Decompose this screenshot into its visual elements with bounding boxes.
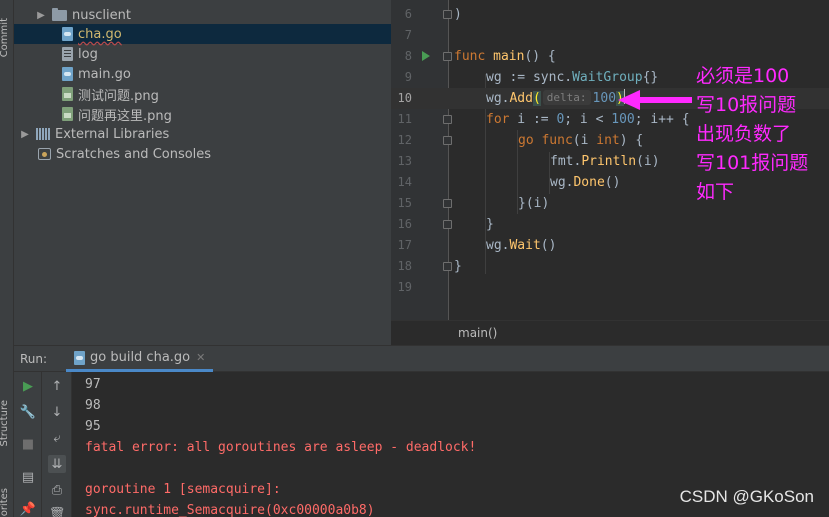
annotation-line: 必须是100 [696, 65, 790, 87]
run-tab[interactable]: go build cha.go ✕ [66, 346, 214, 372]
libraries-icon [36, 128, 50, 140]
run-panel-title: Run: [20, 352, 48, 366]
tree-item-label: External Libraries [55, 126, 170, 142]
tree-item-label: Scratches and Consoles [56, 146, 212, 162]
code-line: 16 } [397, 217, 494, 232]
console-error-line: goroutine 1 [semacquire]: [85, 482, 281, 497]
trash-icon[interactable]: 🗑 [48, 505, 66, 517]
code-line: 17 wg.Wait() [397, 238, 557, 253]
structure-tool-tab[interactable]: Structure [0, 400, 10, 447]
annotation-line: 写101报问题 [696, 152, 809, 174]
left-tool-strip: Commit Structure orites [0, 0, 14, 517]
tree-item-nusclient[interactable]: ▶ nusclient [14, 5, 391, 25]
pin-icon[interactable]: 📌 [19, 500, 37, 517]
text-file-icon [62, 47, 73, 61]
wrench-icon[interactable]: 🔧 [19, 403, 37, 421]
tree-item-scratches[interactable]: Scratches and Consoles [14, 144, 391, 164]
chevron-right-icon[interactable]: ▶ [36, 10, 46, 21]
console-line: 95 [85, 419, 101, 434]
tree-item-cha-go[interactable]: cha.go [14, 24, 391, 44]
go-file-icon [62, 67, 73, 81]
close-icon[interactable]: ✕ [196, 351, 205, 364]
console-line: 97 [85, 377, 101, 392]
code-line: 18 } [397, 259, 462, 274]
go-file-icon [74, 350, 85, 365]
scratches-icon [38, 148, 51, 160]
run-gutter-icon[interactable] [422, 51, 430, 61]
code-line: 14 wg.Done() [397, 175, 621, 190]
annotation-line: 如下 [696, 181, 735, 203]
scroll-to-end-icon[interactable]: ⇊ [48, 455, 66, 473]
code-line: 19 [397, 280, 412, 294]
breadcrumb-item[interactable]: main() [458, 326, 497, 340]
tree-item-label: nusclient [72, 7, 131, 23]
tree-item-label: cha.go [78, 26, 122, 42]
commit-tool-tab[interactable]: Commit [0, 18, 10, 57]
tree-item-problem-png[interactable]: 问题再这里.png [14, 104, 391, 124]
favorites-tool-tab[interactable]: orites [0, 488, 10, 516]
chevron-right-icon[interactable]: ▶ [20, 129, 30, 140]
arrow-up-icon[interactable]: ↑ [48, 377, 66, 395]
console-error-line: sync.runtime_Semacquire(0xc00000a0b8) [85, 503, 375, 517]
fold-marker-icon[interactable] [443, 136, 452, 145]
project-tree-panel: ▶ nusclient cha.go log main.go 测试问题.png … [14, 0, 391, 345]
annotation-arrow-icon [618, 90, 692, 110]
go-file-icon [62, 27, 73, 41]
image-file-icon [62, 87, 73, 101]
fold-marker-icon[interactable] [443, 262, 452, 271]
run-panel-header: Run: go build cha.go ✕ [14, 345, 829, 372]
tree-item-label: 测试问题.png [78, 88, 159, 104]
annotation-line: 写10报问题 [696, 94, 797, 116]
annotation-line: 出现负数了 [696, 123, 792, 145]
stop-icon[interactable]: ■ [19, 435, 37, 453]
tree-item-main-go[interactable]: main.go [14, 64, 391, 84]
tree-item-test-png[interactable]: 测试问题.png [14, 84, 391, 104]
watermark: CSDN @GKoSon [679, 487, 814, 506]
tree-item-label: log [78, 46, 98, 62]
layout-icon[interactable]: ▤ [19, 468, 37, 486]
arrow-down-icon[interactable]: ↓ [48, 403, 66, 421]
rerun-icon[interactable]: ▶ [19, 377, 37, 395]
tree-item-log[interactable]: log [14, 44, 391, 64]
fold-marker-icon[interactable] [443, 52, 452, 61]
fold-marker-icon[interactable] [443, 10, 452, 19]
print-icon[interactable]: ⎙ [48, 481, 66, 499]
fold-marker-icon[interactable] [443, 199, 452, 208]
image-file-icon [62, 107, 73, 121]
code-line: 15 }(i) [397, 196, 550, 211]
tree-item-external-libraries[interactable]: ▶ External Libraries [14, 124, 391, 144]
folder-icon [52, 7, 67, 21]
tree-item-label: 问题再这里.png [78, 108, 172, 124]
run-tab-label: go build cha.go [90, 350, 191, 365]
tree-item-label: main.go [78, 66, 131, 82]
soft-wrap-icon[interactable]: ⤶ [48, 429, 66, 447]
fold-marker-icon[interactable] [443, 115, 452, 124]
breadcrumb[interactable]: main() [391, 320, 829, 345]
run-toolbar-primary: ▶ 🔧 ■ ▤ 📌 [14, 372, 42, 517]
parameter-hint: delta: [542, 90, 591, 105]
run-toolbar-secondary: ↑ ↓ ⤶ ⇊ ⎙ 🗑 [42, 372, 72, 517]
fold-marker-icon[interactable] [443, 220, 452, 229]
console-error-line: fatal error: all goroutines are asleep -… [85, 440, 477, 455]
console-line: 98 [85, 398, 101, 413]
code-line: 6 ) [404, 7, 462, 22]
code-line: 7 [404, 28, 412, 42]
